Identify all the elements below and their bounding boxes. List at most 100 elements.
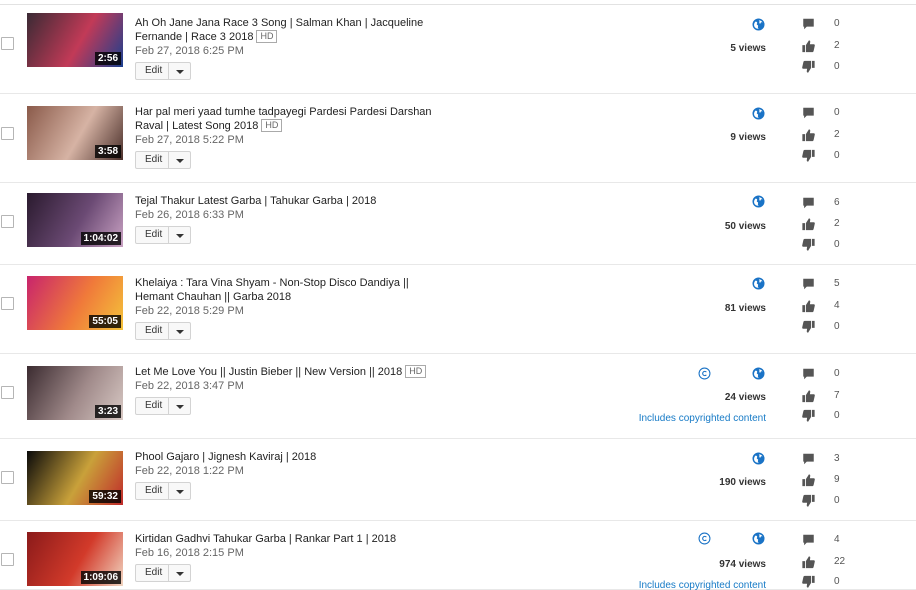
- chevron-down-icon[interactable]: [176, 490, 184, 494]
- video-thumbnail[interactable]: 3:58: [27, 106, 123, 160]
- chevron-down-icon[interactable]: [176, 70, 184, 74]
- video-title[interactable]: Khelaiya : Tara Vina Shyam - Non-Stop Di…: [135, 276, 435, 304]
- edit-button-divider: [168, 565, 169, 581]
- upload-date: Feb 16, 2018 2:15 PM: [135, 547, 244, 559]
- video-title-text[interactable]: Kirtidan Gadhvi Tahukar Garba | Rankar P…: [135, 533, 396, 545]
- video-title[interactable]: Phool Gajaro | Jignesh Kaviraj | 2018: [135, 450, 435, 464]
- thumbs-up-icon: [801, 128, 816, 142]
- edit-button-label: Edit: [145, 229, 163, 240]
- thumbs-up-icon: [801, 217, 816, 231]
- edit-button[interactable]: Edit: [135, 564, 191, 582]
- video-title-text[interactable]: Khelaiya : Tara Vina Shyam - Non-Stop Di…: [135, 277, 409, 303]
- dislikes-count: 0: [834, 239, 840, 250]
- video-thumbnail[interactable]: 1:09:06: [27, 532, 123, 586]
- dislikes-count: 0: [834, 61, 840, 72]
- thumbs-down-icon: [801, 409, 816, 423]
- video-title[interactable]: Tejal Thakur Latest Garba | Tahukar Garb…: [135, 194, 435, 208]
- edit-button-divider: [168, 227, 169, 243]
- chevron-down-icon[interactable]: [176, 330, 184, 334]
- video-thumbnail[interactable]: 1:04:02: [27, 193, 123, 247]
- edit-button-divider: [168, 483, 169, 499]
- comments-count: 3: [834, 453, 840, 464]
- video-thumbnail[interactable]: 3:23: [27, 366, 123, 420]
- globe-icon[interactable]: [752, 18, 765, 31]
- globe-icon[interactable]: [752, 107, 765, 120]
- view-count: 50 views: [724, 221, 766, 232]
- copyright-notice-link[interactable]: Includes copyrighted content: [639, 580, 766, 590]
- edit-button-label: Edit: [145, 567, 163, 578]
- chevron-down-icon[interactable]: [176, 159, 184, 163]
- copyright-icon[interactable]: [698, 367, 711, 380]
- globe-icon[interactable]: [752, 277, 765, 290]
- hd-badge: HD: [405, 365, 427, 378]
- globe-icon[interactable]: [752, 452, 765, 465]
- video-duration: 2:56: [94, 52, 121, 65]
- video-title[interactable]: Let Me Love You || Justin Bieber || New …: [135, 365, 435, 379]
- comment-icon: [801, 367, 816, 381]
- edit-button-label: Edit: [145, 400, 163, 411]
- select-checkbox[interactable]: [1, 471, 14, 484]
- select-checkbox[interactable]: [1, 37, 14, 50]
- select-checkbox[interactable]: [1, 215, 14, 228]
- thumbs-down-icon: [801, 149, 816, 163]
- video-title-text[interactable]: Ah Oh Jane Jana Race 3 Song | Salman Kha…: [135, 17, 423, 43]
- edit-button-label: Edit: [145, 325, 163, 336]
- likes-count: 7: [834, 390, 840, 401]
- video-title-text[interactable]: Tejal Thakur Latest Garba | Tahukar Garb…: [135, 195, 376, 207]
- edit-button[interactable]: Edit: [135, 62, 191, 80]
- select-checkbox[interactable]: [1, 297, 14, 310]
- chevron-down-icon[interactable]: [176, 234, 184, 238]
- globe-icon[interactable]: [752, 195, 765, 208]
- video-title-text[interactable]: Let Me Love You || Justin Bieber || New …: [135, 366, 402, 378]
- comments-count: 6: [834, 197, 840, 208]
- upload-date: Feb 27, 2018 5:22 PM: [135, 134, 244, 146]
- globe-icon[interactable]: [752, 532, 765, 545]
- video-title[interactable]: Ah Oh Jane Jana Race 3 Song | Salman Kha…: [135, 16, 435, 44]
- edit-button-label: Edit: [145, 485, 163, 496]
- thumbs-up-icon: [801, 389, 816, 403]
- dislikes-count: 0: [834, 410, 840, 421]
- video-title[interactable]: Kirtidan Gadhvi Tahukar Garba | Rankar P…: [135, 532, 435, 546]
- select-checkbox[interactable]: [1, 553, 14, 566]
- select-checkbox[interactable]: [1, 386, 14, 399]
- comments-count: 4: [834, 534, 840, 545]
- likes-count: 22: [834, 556, 846, 567]
- copyright-icon[interactable]: [698, 532, 711, 545]
- globe-icon[interactable]: [752, 367, 765, 380]
- edit-button-divider: [168, 63, 169, 79]
- edit-button-divider: [168, 323, 169, 339]
- video-title-text[interactable]: Har pal meri yaad tumhe tadpayegi Pardes…: [135, 106, 432, 132]
- video-title-text[interactable]: Phool Gajaro | Jignesh Kaviraj | 2018: [135, 451, 316, 463]
- comments-count: 0: [834, 368, 840, 379]
- comments-count: 0: [834, 107, 840, 118]
- view-count: 9 views: [730, 132, 766, 143]
- video-duration: 55:05: [89, 315, 121, 328]
- edit-button[interactable]: Edit: [135, 151, 191, 169]
- hd-badge: HD: [261, 119, 283, 132]
- edit-button[interactable]: Edit: [135, 322, 191, 340]
- video-title[interactable]: Har pal meri yaad tumhe tadpayegi Pardes…: [135, 105, 435, 133]
- video-thumbnail[interactable]: 2:56: [27, 13, 123, 67]
- view-count: 24 views: [724, 392, 766, 403]
- comment-icon: [801, 452, 816, 466]
- thumbs-down-icon: [801, 60, 816, 74]
- chevron-down-icon[interactable]: [176, 572, 184, 576]
- thumbs-down-icon: [801, 494, 816, 508]
- edit-button[interactable]: Edit: [135, 397, 191, 415]
- comment-icon: [801, 196, 816, 210]
- view-count: 81 views: [724, 303, 766, 314]
- video-thumbnail[interactable]: 55:05: [27, 276, 123, 330]
- comments-count: 5: [834, 278, 840, 289]
- thumbs-up-icon: [801, 473, 816, 487]
- chevron-down-icon[interactable]: [176, 405, 184, 409]
- select-checkbox[interactable]: [1, 127, 14, 140]
- edit-button[interactable]: Edit: [135, 482, 191, 500]
- video-thumbnail[interactable]: 59:32: [27, 451, 123, 505]
- view-count: 190 views: [719, 477, 766, 488]
- video-duration: 1:09:06: [80, 571, 121, 584]
- dislikes-count: 0: [834, 495, 840, 506]
- edit-button-label: Edit: [145, 65, 163, 76]
- copyright-notice-link[interactable]: Includes copyrighted content: [639, 413, 766, 425]
- edit-button[interactable]: Edit: [135, 226, 191, 244]
- dislikes-count: 0: [834, 576, 840, 587]
